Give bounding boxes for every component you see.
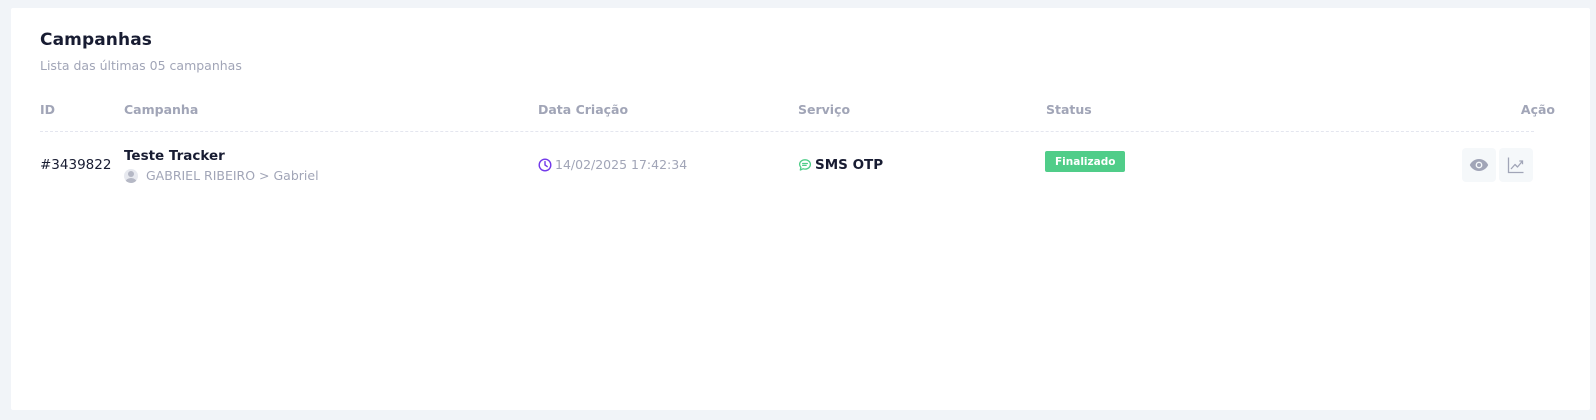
header-acao: Ação: [1520, 102, 1555, 117]
clock-icon: [538, 157, 552, 172]
header-servico[interactable]: Serviço: [798, 102, 850, 117]
eye-icon: [1469, 158, 1489, 172]
campaign-name[interactable]: Teste Tracker: [124, 148, 225, 164]
campaign-date: 14/02/2025 17:42:34: [538, 157, 687, 172]
chart-trend-icon: [1507, 156, 1525, 174]
header-data-criacao[interactable]: Data Criação: [538, 102, 628, 117]
campaign-service: SMS OTP: [798, 157, 883, 173]
campaign-owner-label: GABRIEL RIBEIRO > Gabriel: [146, 168, 319, 183]
header-status[interactable]: Status: [1046, 102, 1092, 117]
table-header-divider: [40, 131, 1534, 132]
avatar: [124, 168, 138, 183]
header-campanha[interactable]: Campanha: [124, 102, 198, 117]
card-subtitle: Lista das últimas 05 campanhas: [40, 58, 242, 73]
report-button[interactable]: [1499, 148, 1533, 182]
campaign-owner: GABRIEL RIBEIRO > Gabriel: [124, 168, 319, 183]
campaigns-card: Campanhas Lista das últimas 05 campanhas…: [11, 8, 1590, 410]
header-id[interactable]: ID: [40, 102, 55, 117]
chat-bubble-icon: [798, 158, 812, 172]
status-badge: Finalizado: [1045, 151, 1126, 172]
campaign-id: #3439822: [40, 157, 112, 173]
view-button[interactable]: [1462, 148, 1496, 182]
campaign-date-label: 14/02/2025 17:42:34: [555, 157, 688, 172]
campaign-service-label: SMS OTP: [815, 157, 884, 173]
card-title: Campanhas: [40, 30, 152, 50]
